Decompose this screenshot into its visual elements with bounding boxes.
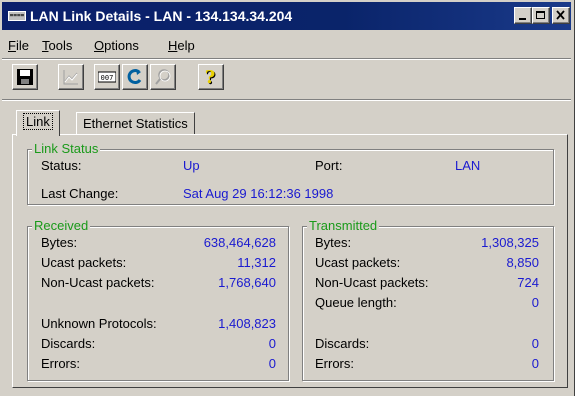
transmitted-ucast-value: 8,850	[506, 255, 539, 270]
tab-link-label: Link	[23, 113, 53, 130]
transmitted-queue-value: 0	[531, 295, 539, 310]
tab-panel: Link Status Status: Up Port: LAN Last Ch…	[12, 134, 568, 388]
received-nonucast-label: Non-Ucast packets:	[41, 275, 155, 290]
received-title: Received	[32, 218, 91, 233]
counter-button[interactable]: 007	[94, 64, 120, 90]
last-change-value: Sat Aug 29 16:12:36 1998	[183, 186, 334, 201]
tab-link[interactable]: Link	[16, 110, 60, 136]
transmitted-errors-label: Errors:	[315, 356, 354, 371]
menu-options[interactable]: Options	[94, 38, 139, 53]
save-button[interactable]	[12, 64, 38, 90]
svg-text:?: ?	[205, 68, 216, 86]
received-bytes-label: Bytes:	[41, 235, 78, 250]
transmitted-discards-value: 0	[531, 336, 539, 351]
maximize-icon	[536, 11, 545, 19]
minimize-button[interactable]	[514, 7, 532, 24]
maximize-button[interactable]	[532, 7, 550, 24]
counter-icon: 007	[98, 71, 116, 83]
port-value: LAN	[455, 158, 481, 173]
window: ==== LAN Link Details - LAN - 134.134.34…	[0, 0, 575, 396]
received-ucast-label: Ucast packets:	[41, 255, 127, 270]
status-value: Up	[183, 158, 200, 173]
chart-button[interactable]	[58, 64, 84, 90]
tab-ethernet-statistics[interactable]: Ethernet Statistics	[76, 112, 195, 134]
tab-ethernet-statistics-label: Ethernet Statistics	[83, 116, 188, 131]
menu-help[interactable]: Help	[168, 38, 195, 53]
menu-file[interactable]: File	[8, 38, 29, 53]
transmitted-ucast-label: Ucast packets:	[315, 255, 401, 270]
received-unknown-label: Unknown Protocols:	[41, 316, 157, 331]
transmitted-discards-label: Discards:	[315, 336, 370, 351]
last-change-label: Last Change:	[41, 186, 119, 201]
transmitted-title: Transmitted	[307, 218, 380, 233]
transmitted-errors-value: 0	[531, 356, 539, 371]
link-status-title: Link Status	[32, 141, 101, 156]
received-discards-label: Discards:	[41, 336, 96, 351]
help-button[interactable]: ? ?	[198, 64, 224, 90]
search-button[interactable]	[150, 64, 176, 90]
menu-tools[interactable]: Tools	[42, 38, 72, 53]
received-unknown-value: 1,408,823	[218, 316, 276, 331]
transmitted-nonucast-label: Non-Ucast packets:	[315, 275, 429, 290]
received-bytes-value: 638,464,628	[203, 235, 276, 250]
save-icon	[17, 69, 33, 85]
status-label: Status:	[41, 158, 82, 173]
transmitted-nonucast-value: 724	[517, 275, 539, 290]
refresh-button[interactable]	[122, 64, 148, 90]
chart-icon	[63, 70, 78, 85]
close-icon	[556, 10, 565, 20]
toolbar-divider	[2, 58, 571, 60]
received-discards-value: 0	[268, 336, 276, 351]
transmitted-bytes-label: Bytes:	[315, 235, 352, 250]
close-button[interactable]	[552, 7, 570, 24]
title-bar[interactable]: ==== LAN Link Details - LAN - 134.134.34…	[2, 2, 571, 30]
received-ucast-value: 11,312	[237, 255, 276, 270]
received-group: Received Bytes: 638,464,628 Ucast packet…	[27, 218, 289, 381]
svg-text:007: 007	[101, 74, 114, 82]
search-icon	[155, 69, 171, 85]
transmitted-queue-label: Queue length:	[315, 295, 397, 310]
menu-bar: File Tools Options Help	[2, 34, 571, 56]
minimize-icon	[519, 18, 526, 20]
transmitted-group: Transmitted Bytes: 1,308,325 Ucast packe…	[302, 218, 554, 381]
app-icon[interactable]: ====	[8, 11, 26, 21]
received-errors-label: Errors:	[41, 356, 80, 371]
received-errors-value: 0	[268, 356, 276, 371]
tabs-divider	[2, 99, 571, 101]
received-nonucast-value: 1,768,640	[218, 275, 276, 290]
port-label: Port:	[315, 158, 343, 173]
help-icon: ? ?	[205, 68, 217, 86]
refresh-icon	[127, 69, 142, 85]
window-title: LAN Link Details - LAN - 134.134.34.204	[30, 8, 293, 24]
link-status-group: Link Status Status: Up Port: LAN Last Ch…	[27, 141, 554, 205]
transmitted-bytes-value: 1,308,325	[481, 235, 539, 250]
